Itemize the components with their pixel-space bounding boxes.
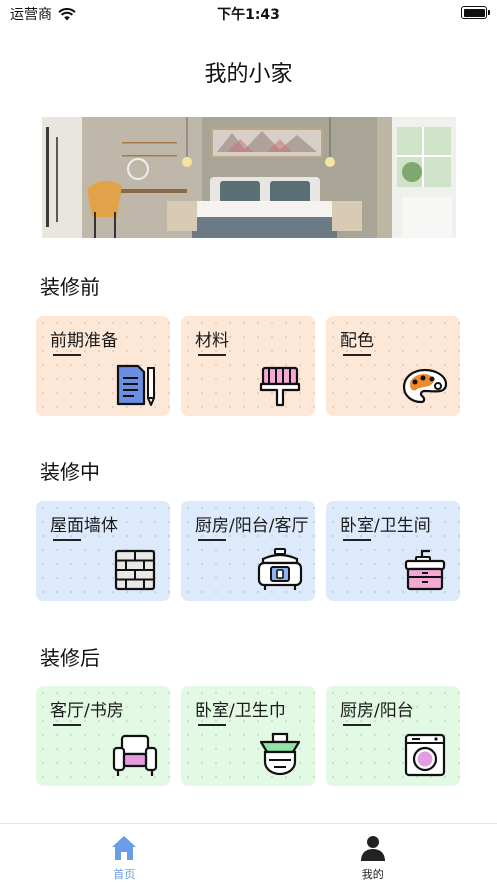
sink-cabinet-icon	[404, 549, 446, 591]
card-living-study[interactable]: 客厅/书房	[36, 686, 170, 786]
document-pen-icon	[116, 364, 155, 406]
card-kitchen-balcony-living[interactable]: 厨房/阳台/客厅	[181, 501, 315, 601]
bedroom-illustration	[42, 117, 456, 238]
card-kitchen-balcony[interactable]: 厨房/阳台	[326, 686, 460, 786]
section-title-during: 装修中	[40, 460, 100, 484]
card-underline	[198, 724, 226, 726]
range-hood-icon	[259, 732, 301, 776]
paint-brush-icon	[259, 366, 301, 407]
tab-mine[interactable]: 我的	[249, 824, 497, 883]
user-icon	[360, 836, 385, 861]
status-bar: 运营商 下午1:43	[0, 0, 497, 26]
status-time: 下午1:43	[217, 7, 280, 23]
card-bedroom-bathroom[interactable]: 卧室/卫生间	[326, 501, 460, 601]
section-title-before: 装修前	[40, 275, 100, 299]
card-underline	[53, 724, 81, 726]
card-underline	[53, 539, 81, 541]
tab-home-label: 首页	[113, 868, 136, 881]
card-label: 配色	[340, 331, 374, 351]
armchair-icon	[112, 734, 158, 776]
card-bedroom-towel[interactable]: 卧室/卫生巾	[181, 686, 315, 786]
card-underline	[343, 354, 371, 356]
tab-home[interactable]: 首页	[0, 824, 249, 883]
washing-machine-icon	[404, 733, 446, 777]
card-underline	[198, 354, 226, 356]
card-label: 材料	[195, 331, 229, 351]
bedroom-banner-image[interactable]	[42, 117, 456, 238]
card-underline	[343, 539, 371, 541]
battery-icon	[461, 6, 490, 19]
card-label: 厨房/阳台/客厅	[195, 516, 309, 536]
card-label: 厨房/阳台	[340, 701, 414, 721]
card-materials[interactable]: 材料	[181, 316, 315, 416]
card-label: 客厅/书房	[50, 701, 124, 721]
card-grid-after: 客厅/书房 卧室/卫生巾 厨房/阳台	[36, 686, 462, 786]
card-roof-walls[interactable]: 屋面墙体	[36, 501, 170, 601]
section-title-after: 装修后	[40, 646, 100, 670]
home-icon	[112, 836, 137, 860]
rice-cooker-icon	[257, 548, 303, 590]
tab-mine-label: 我的	[361, 868, 384, 881]
card-label: 卧室/卫生巾	[195, 701, 286, 721]
card-preparation[interactable]: 前期准备	[36, 316, 170, 416]
brick-wall-icon	[114, 549, 156, 591]
page-title: 我的小家	[204, 62, 293, 87]
card-underline	[198, 539, 226, 541]
palette-icon	[402, 368, 448, 404]
card-grid-before: 前期准备 材料 配色	[36, 316, 462, 416]
card-label: 前期准备	[50, 331, 118, 351]
card-grid-during: 屋面墙体 厨房/阳台/客厅 卧室/卫生间	[36, 501, 462, 601]
card-color-scheme[interactable]: 配色	[326, 316, 460, 416]
tab-bar: 首页 我的	[0, 823, 497, 883]
card-label: 卧室/卫生间	[340, 516, 431, 536]
card-underline	[343, 724, 371, 726]
card-label: 屋面墙体	[50, 516, 118, 536]
card-underline	[53, 354, 81, 356]
